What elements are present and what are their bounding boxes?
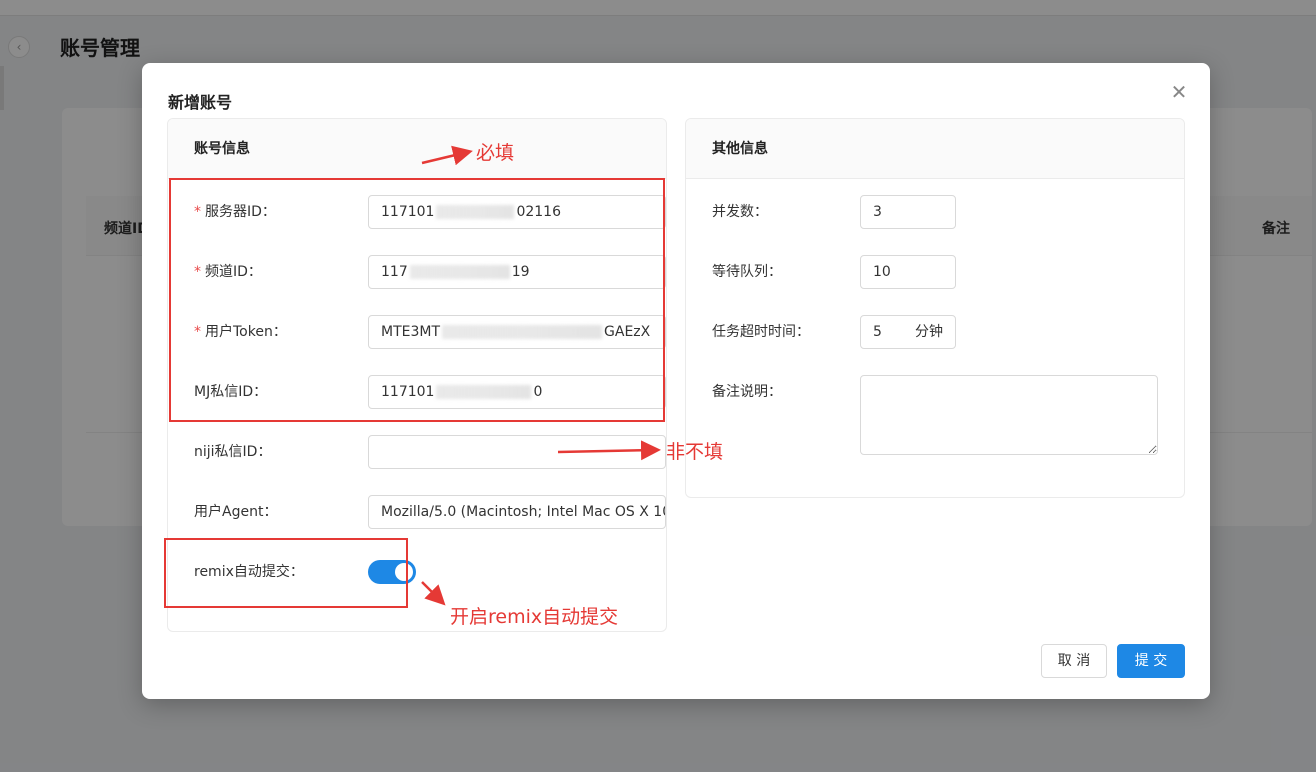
timeout-unit: 分钟 [915, 324, 943, 340]
timeout-value: 5 [873, 324, 882, 340]
annotation-remix: 开启remix自动提交 [450, 606, 619, 628]
queue-input[interactable]: 10 [860, 255, 956, 289]
account-info-title: 账号信息 [168, 119, 666, 179]
queue-label: 等待队列： [712, 264, 782, 280]
annotation-optional: 非不填 [666, 441, 724, 463]
other-info-title: 其他信息 [686, 119, 1184, 179]
remark-textarea[interactable] [860, 375, 1158, 455]
niji-dm-id-input[interactable] [368, 435, 666, 469]
remix-highlight [164, 538, 408, 608]
user-agent-input[interactable]: Mozilla/5.0 (Macintosh; Intel Mac OS X 1… [368, 495, 666, 529]
niji-dm-id-row: niji私信ID： [194, 435, 666, 469]
remark-row: 备注说明： [712, 375, 1184, 455]
timeout-row: 任务超时时间： 5 分钟 [712, 315, 1184, 349]
remark-label: 备注说明： [712, 384, 782, 400]
timeout-input[interactable]: 5 分钟 [860, 315, 956, 349]
required-fields-highlight [169, 178, 665, 422]
submit-button[interactable]: 提 交 [1117, 644, 1185, 678]
user-agent-label: 用户Agent： [194, 504, 278, 520]
concurrency-label: 并发数： [712, 204, 768, 220]
other-info-panel: 其他信息 并发数： 3 等待队列： 10 任务超时时间： 5 分钟 备注说明： [685, 118, 1185, 498]
concurrency-input[interactable]: 3 [860, 195, 956, 229]
user-agent-row: 用户Agent： Mozilla/5.0 (Macintosh; Intel M… [194, 495, 666, 529]
cancel-button[interactable]: 取 消 [1041, 644, 1107, 678]
close-icon[interactable]: ✕ [1168, 81, 1190, 103]
modal-title: 新增账号 [168, 93, 233, 112]
annotation-required: 必填 [476, 142, 515, 164]
niji-dm-id-label: niji私信ID： [194, 444, 272, 460]
timeout-label: 任务超时时间： [712, 324, 810, 340]
concurrency-row: 并发数： 3 [712, 195, 1184, 229]
queue-row: 等待队列： 10 [712, 255, 1184, 289]
